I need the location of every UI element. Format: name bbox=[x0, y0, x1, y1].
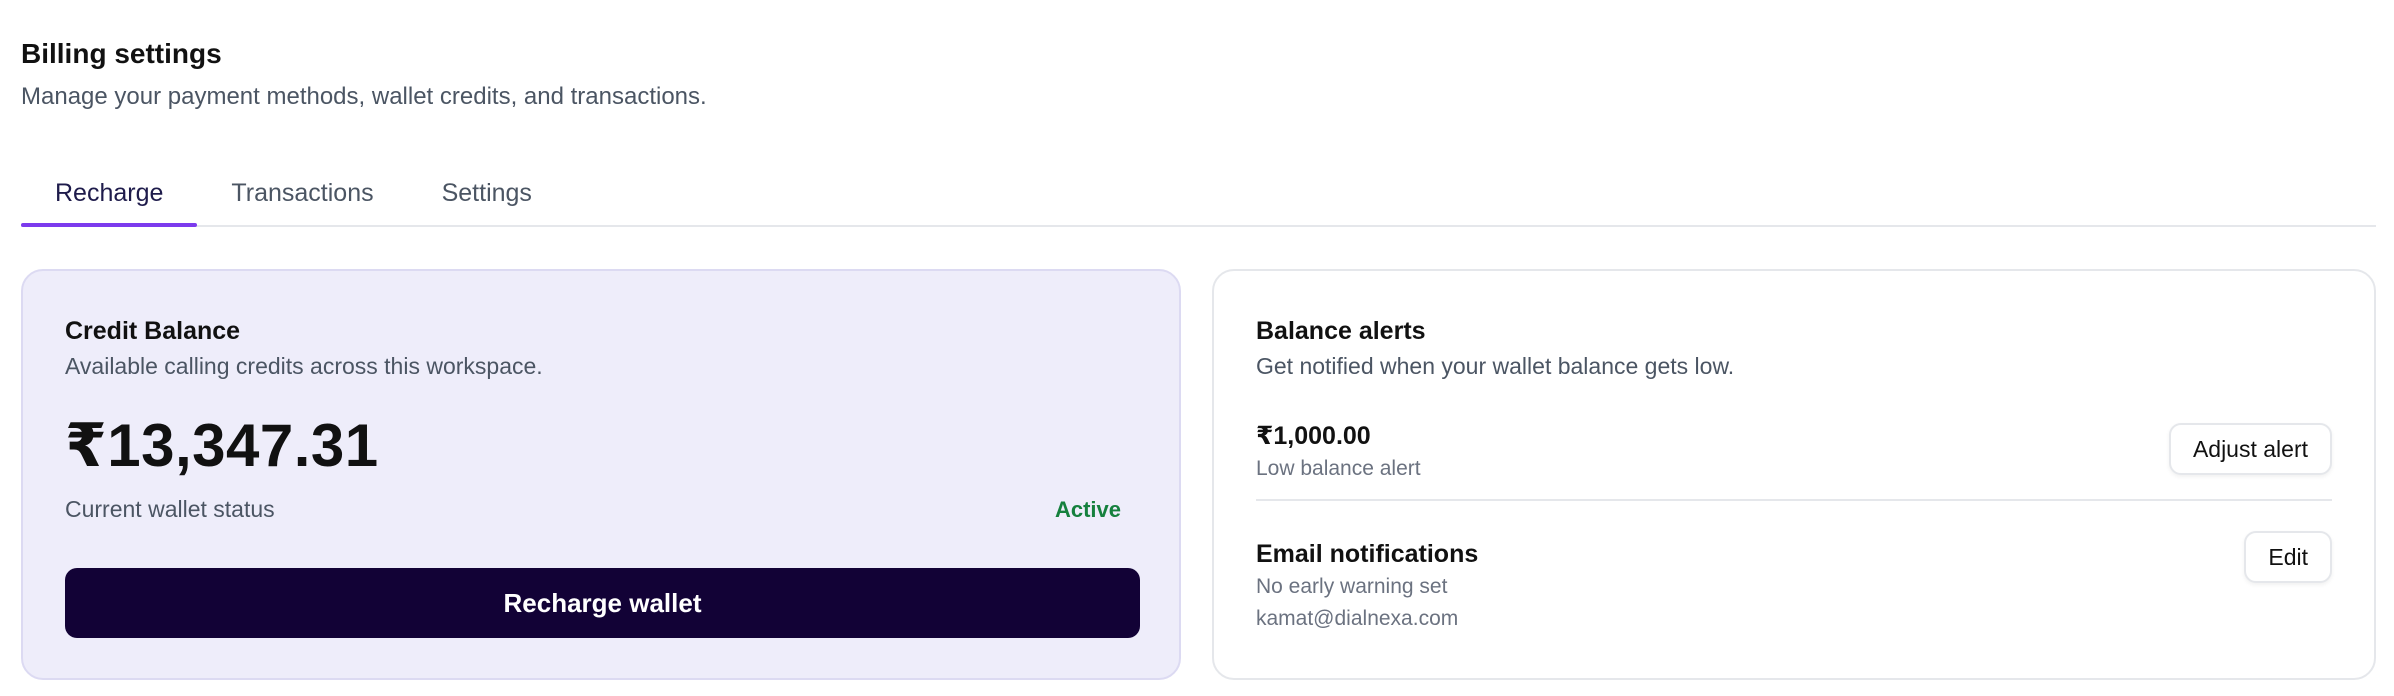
edit-email-button[interactable]: Edit bbox=[2244, 531, 2332, 583]
tab-recharge[interactable]: Recharge bbox=[21, 162, 198, 227]
balance-alerts-title: Balance alerts bbox=[1256, 317, 1426, 345]
credit-balance-title: Credit Balance bbox=[65, 317, 241, 345]
recharge-wallet-button[interactable]: Recharge wallet bbox=[65, 568, 1140, 638]
balance-alerts-card: Balance alerts Get notified when your wa… bbox=[1212, 269, 2376, 680]
email-notifications-title: Email notifications bbox=[1256, 540, 1479, 568]
credit-balance-amount: ₹13,347.31 bbox=[65, 412, 379, 479]
page-subtitle: Manage your payment methods, wallet cred… bbox=[21, 83, 707, 110]
billing-settings-page: Billing settings Manage your payment met… bbox=[0, 0, 2394, 696]
billing-tabs: Recharge Transactions Settings bbox=[21, 162, 2376, 227]
page-header: Billing settings Manage your payment met… bbox=[21, 36, 707, 114]
email-address: kamat@dialnexa.com bbox=[1256, 607, 1459, 630]
email-notifications-row: Email notifications No early warning set… bbox=[1256, 531, 2332, 657]
balance-alerts-description: Get notified when your wallet balance ge… bbox=[1256, 353, 1735, 379]
wallet-status-label: Current wallet status bbox=[65, 496, 275, 522]
low-balance-alert-row: ₹1,000.00 Low balance alert Adjust alert bbox=[1256, 419, 2332, 501]
tab-transactions[interactable]: Transactions bbox=[197, 162, 407, 225]
credit-balance-card: Credit Balance Available calling credits… bbox=[21, 269, 1181, 680]
email-warning-status: No early warning set bbox=[1256, 575, 1448, 598]
page-title: Billing settings bbox=[21, 38, 222, 69]
tab-settings[interactable]: Settings bbox=[408, 162, 566, 225]
wallet-status-badge: Active bbox=[1054, 497, 1121, 522]
adjust-alert-button[interactable]: Adjust alert bbox=[2168, 423, 2332, 475]
credit-balance-description: Available calling credits across this wo… bbox=[65, 353, 543, 379]
